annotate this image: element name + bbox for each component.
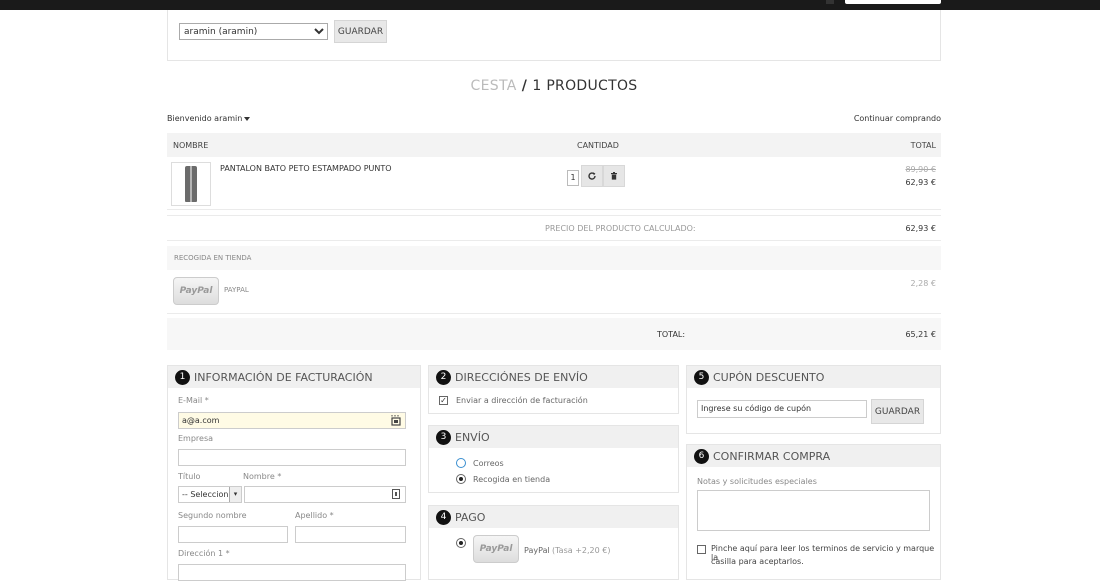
calculated-price-label: PRECIO DEL PRODUCTO CALCULADO: (545, 224, 696, 233)
caret-down-icon (244, 116, 251, 121)
price-old: 89,90 € (905, 165, 936, 174)
email-label: E-Mail * (178, 396, 209, 405)
welcome-dropdown[interactable]: Bienvenido aramin (167, 114, 251, 123)
product-name[interactable]: PANTALON BATO PETO ESTAMPADO PUNTO (220, 164, 392, 173)
total-row: TOTAL: 65,21 € (167, 318, 941, 350)
delete-button[interactable] (603, 165, 625, 187)
step-number-5: 5 (694, 369, 709, 385)
terms-line-2[interactable]: casilla para aceptarlos. (711, 557, 804, 566)
calculated-price-value: 62,93 € (905, 224, 936, 233)
shipping-address-title: DIRECCIÓNES DE ENVÍO (455, 370, 588, 384)
company-label: Empresa (178, 434, 214, 443)
shipping-option-store-radio[interactable] (456, 474, 466, 484)
address1-label: Dirección 1 * (178, 549, 230, 558)
trash-icon (611, 172, 617, 180)
step-number-6: 6 (694, 448, 709, 464)
company-field[interactable] (178, 449, 406, 466)
shipping-header: 3 ENVÍO (429, 426, 678, 448)
top-bar (0, 0, 1100, 10)
pants-image (185, 166, 197, 202)
refresh-icon (588, 172, 596, 180)
cart-title-separator: / (516, 78, 533, 94)
shipping-address-header: 2 DIRECCIÓNES DE ENVÍO (429, 366, 678, 388)
payment-paypal-label: PayPal (524, 546, 550, 555)
confirm-title: CONFIRMAR COMPRA (713, 449, 831, 463)
price-new: 62,93 € (905, 178, 936, 187)
continue-shopping-link[interactable]: Continuar comprando (854, 114, 941, 123)
header-total: TOTAL (910, 141, 936, 150)
cart-title-cesta: CESTA (470, 78, 517, 94)
first-name-label: Nombre * (243, 472, 282, 481)
user-save-button[interactable]: GUARDAR (334, 20, 387, 43)
chevron-down-icon: ▾ (229, 487, 241, 502)
title-select[interactable]: -- Seleccion ▾ (178, 486, 242, 503)
ship-to-billing-label: Enviar a dirección de facturación (456, 396, 588, 405)
coupon-save-button[interactable]: GUARDAR (871, 399, 924, 424)
store-pickup-label: RECOGIDA EN TIENDA (174, 254, 252, 262)
title-label: Título (178, 472, 201, 481)
page-title: CESTA / 1 PRODUCTOS (167, 78, 941, 94)
coupon-input[interactable]: Ingrese su código de cupón (697, 400, 867, 418)
terms-checkbox[interactable] (697, 545, 706, 554)
user-select[interactable]: aramin (aramin) (179, 23, 328, 40)
coupon-panel: 5 CUPÓN DESCUENTO Ingrese su código de cu… (686, 365, 941, 434)
payment-paypal-radio[interactable] (456, 538, 466, 548)
store-pickup-row: RECOGIDA EN TIENDA (167, 246, 941, 270)
header-name: NOMBRE (173, 141, 209, 150)
confirm-header: 6 CONFIRMAR COMPRA (687, 445, 940, 467)
payment-paypal-fee: (Tasa +2,20 €) (552, 546, 611, 555)
user-dot-icon (826, 0, 834, 4)
header-quantity: CANTIDAD (577, 141, 619, 150)
paypal-label: PAYPAL (224, 286, 249, 294)
shipping-title: ENVÍO (455, 430, 490, 444)
billing-panel: 1 INFORMACIÓN DE FACTURACIÓN E-Mail * a@a… (167, 365, 421, 581)
autofill-icon[interactable] (390, 414, 402, 426)
billing-header: 1 INFORMACIÓN DE FACTURACIÓN (168, 366, 420, 388)
cart-table-header: NOMBRE CANTIDAD TOTAL (167, 133, 941, 157)
step-number-1: 1 (175, 369, 190, 385)
paypal-logo: PayPal (173, 277, 219, 305)
shipping-panel: 3 ENVÍO Correos Recogida en tienda (428, 425, 679, 493)
shipping-option-correos-radio[interactable] (456, 458, 466, 468)
step-number-3: 3 (436, 429, 451, 445)
coupon-title: CUPÓN DESCUENTO (713, 370, 825, 384)
product-thumbnail[interactable] (171, 162, 211, 206)
notes-textarea[interactable] (697, 490, 930, 531)
shipping-option-store-label: Recogida en tienda (473, 475, 551, 484)
shipping-address-panel: 2 DIRECCIÓNES DE ENVÍO ✓ Enviar a direcci… (428, 365, 679, 414)
shipping-option-correos-label: Correos (473, 459, 504, 468)
refresh-button[interactable] (581, 165, 603, 187)
quantity-input[interactable]: 1 (567, 170, 579, 186)
step-number-4: 4 (436, 509, 451, 525)
middle-name-label: Segundo nombre (178, 511, 247, 520)
first-name-field[interactable] (244, 486, 406, 503)
last-name-field[interactable] (295, 526, 406, 543)
coupon-header: 5 CUPÓN DESCUENTO (687, 366, 940, 388)
email-field[interactable]: a@a.com (178, 412, 406, 429)
contact-card-icon[interactable] (392, 489, 400, 499)
user-switch-box: aramin (aramin) GUARDAR (167, 10, 941, 61)
middle-name-field[interactable] (178, 526, 288, 543)
billing-title: INFORMACIÓN DE FACTURACIÓN (194, 370, 373, 384)
step-number-2: 2 (436, 369, 451, 385)
confirm-panel: 6 CONFIRMAR COMPRA Notas y solicitudes es… (686, 444, 941, 580)
paypal-fee: 2,28 € (910, 279, 936, 288)
last-name-label: Apellido * (295, 511, 334, 520)
notes-label: Notas y solicitudes especiales (697, 477, 817, 486)
total-label: TOTAL: (657, 330, 686, 339)
payment-header: 4 PAGO (429, 506, 678, 528)
address1-field[interactable] (178, 564, 406, 581)
cart-title-count: 1 PRODUCTOS (532, 78, 638, 94)
paypal-logo: PayPal (473, 535, 519, 563)
table-row: PANTALON BATO PETO ESTAMPADO PUNTO 1 89,… (167, 158, 941, 210)
calculated-price-row: PRECIO DEL PRODUCTO CALCULADO: 62,93 € (167, 215, 941, 241)
ship-to-billing-checkbox[interactable]: ✓ (439, 396, 448, 405)
top-search-input[interactable] (845, 0, 941, 4)
payment-title: PAGO (455, 510, 486, 524)
total-value: 65,21 € (905, 330, 936, 339)
payment-method-row: PayPal PAYPAL 2,28 € (167, 270, 941, 314)
